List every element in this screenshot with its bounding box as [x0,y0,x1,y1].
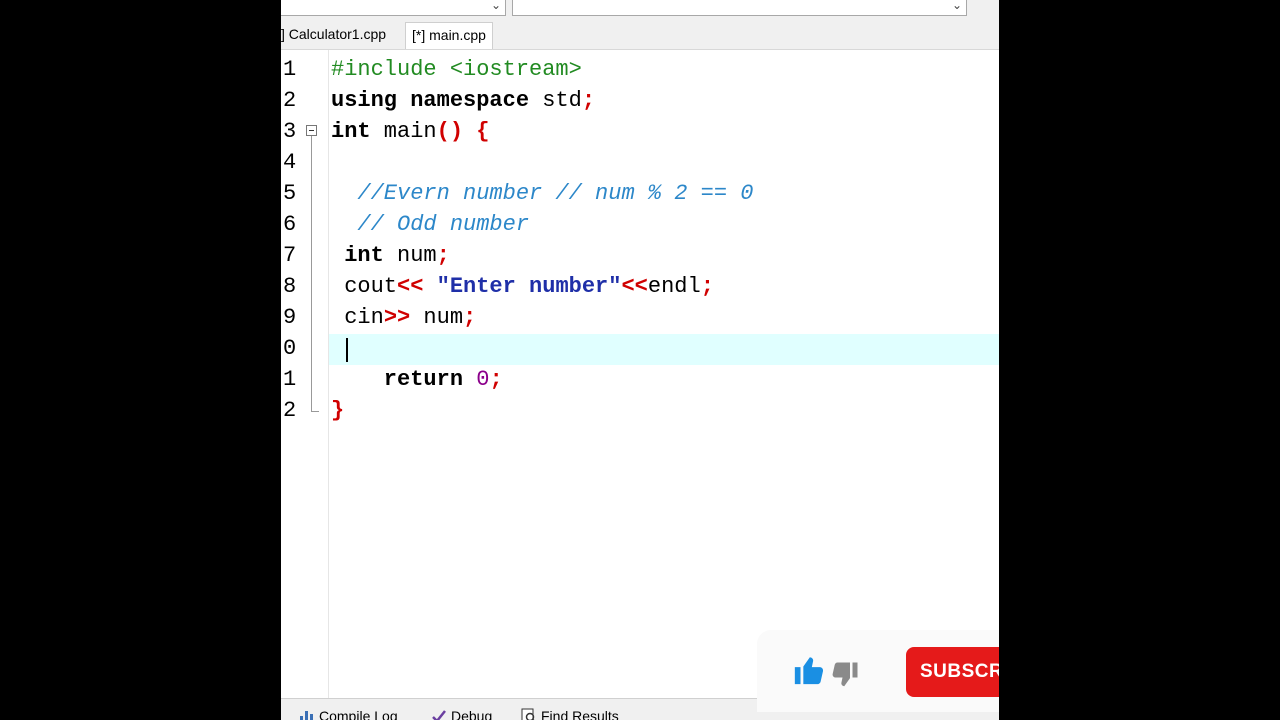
line-number: 1 [283,367,297,392]
symbol-combo[interactable]: ⌄ [512,0,967,16]
ide-window: ⌄ ⌄ ] Calculator1.cpp [*] main.cpp 1 2 3… [281,0,999,720]
comment: // Odd number [331,212,530,237]
line-number: 6 [283,212,297,237]
line-number: 1 [283,57,297,82]
code-line[interactable]: // Odd number [331,209,529,240]
code-line[interactable]: using namespace std; [331,85,595,116]
line-number: 8 [283,274,297,299]
punctuation: ; [489,367,503,392]
find-icon [521,708,537,720]
punctuation: ; [700,274,714,299]
keyword: int [331,243,384,268]
line-number: 7 [283,243,297,268]
toolbar-combos: ⌄ ⌄ [281,0,999,20]
tab-label: Find Results [541,708,619,720]
line-number: 9 [283,305,297,330]
tab-main-cpp[interactable]: [*] main.cpp [405,22,493,49]
preprocessor-directive: #include <iostream> [331,57,582,82]
keyword: namespace [410,88,530,113]
tab-label: Compile Log [319,708,398,720]
line-number: 2 [283,88,297,113]
punctuation: ; [581,88,596,113]
line-number: 4 [283,150,297,175]
keyword: return [331,367,464,392]
keyword: int [331,119,371,144]
chevron-down-icon: ⌄ [951,0,962,12]
tab-compile-log[interactable]: Compile Log [297,705,398,720]
punctuation: { [463,119,490,144]
code-line[interactable]: #include <iostream> [331,54,582,85]
operator: >> [383,305,411,330]
fold-guide-line [311,136,312,411]
line-number: 0 [283,336,297,361]
comment: //Evern number // num % 2 == 0 [331,181,754,206]
tab-label: Debug [451,708,493,720]
check-icon [431,708,447,720]
tab-debug[interactable]: Debug [429,705,492,720]
right-letterbox [999,0,1280,720]
line-number: 2 [283,398,297,423]
thumbs-down-icon[interactable] [830,660,860,698]
line-number-gutter: 1 2 3 4 5 6 7 8 9 0 1 2 [281,50,329,698]
identifier: std [529,88,582,113]
current-line-highlight [329,334,999,365]
punctuation: ; [463,305,477,330]
punctuation: ; [436,243,450,268]
fold-toggle-icon[interactable] [306,125,317,136]
identifier: endl [647,274,701,299]
text-caret [346,338,348,362]
identifier: num [383,243,437,268]
code-line[interactable]: } [331,395,344,426]
identifier: num [410,305,464,330]
identifier: cin [331,305,384,330]
code-line[interactable]: int num; [331,240,450,271]
string-literal: "Enter number" [423,274,622,299]
scope-combo[interactable]: ⌄ [281,0,506,16]
punctuation: } [331,398,345,423]
thumbs-up-icon[interactable] [792,653,826,695]
code-line[interactable]: //Evern number // num % 2 == 0 [331,178,753,209]
fold-end-marker [311,411,319,412]
identifier: main [370,119,437,144]
operator: << [621,274,648,299]
punctuation: () [436,119,464,144]
operator: << [397,274,424,299]
bar-chart-icon [299,708,315,720]
keyword: using [331,88,398,113]
code-line[interactable]: int main() { [331,116,489,147]
line-number: 5 [283,181,297,206]
code-line[interactable]: cout<< "Enter number"<<endl; [331,271,714,302]
editor-tab-bar: ] Calculator1.cpp [*] main.cpp [281,20,999,50]
tab-calculator1-cpp[interactable]: ] Calculator1.cpp [281,22,392,47]
identifier: cout [331,274,398,299]
number-literal: 0 [463,367,490,392]
tab-find-results[interactable]: Find Results [519,705,619,720]
chevron-down-icon: ⌄ [490,0,501,12]
code-line[interactable]: cin>> num; [331,302,476,333]
code-line[interactable]: return 0; [331,364,503,395]
